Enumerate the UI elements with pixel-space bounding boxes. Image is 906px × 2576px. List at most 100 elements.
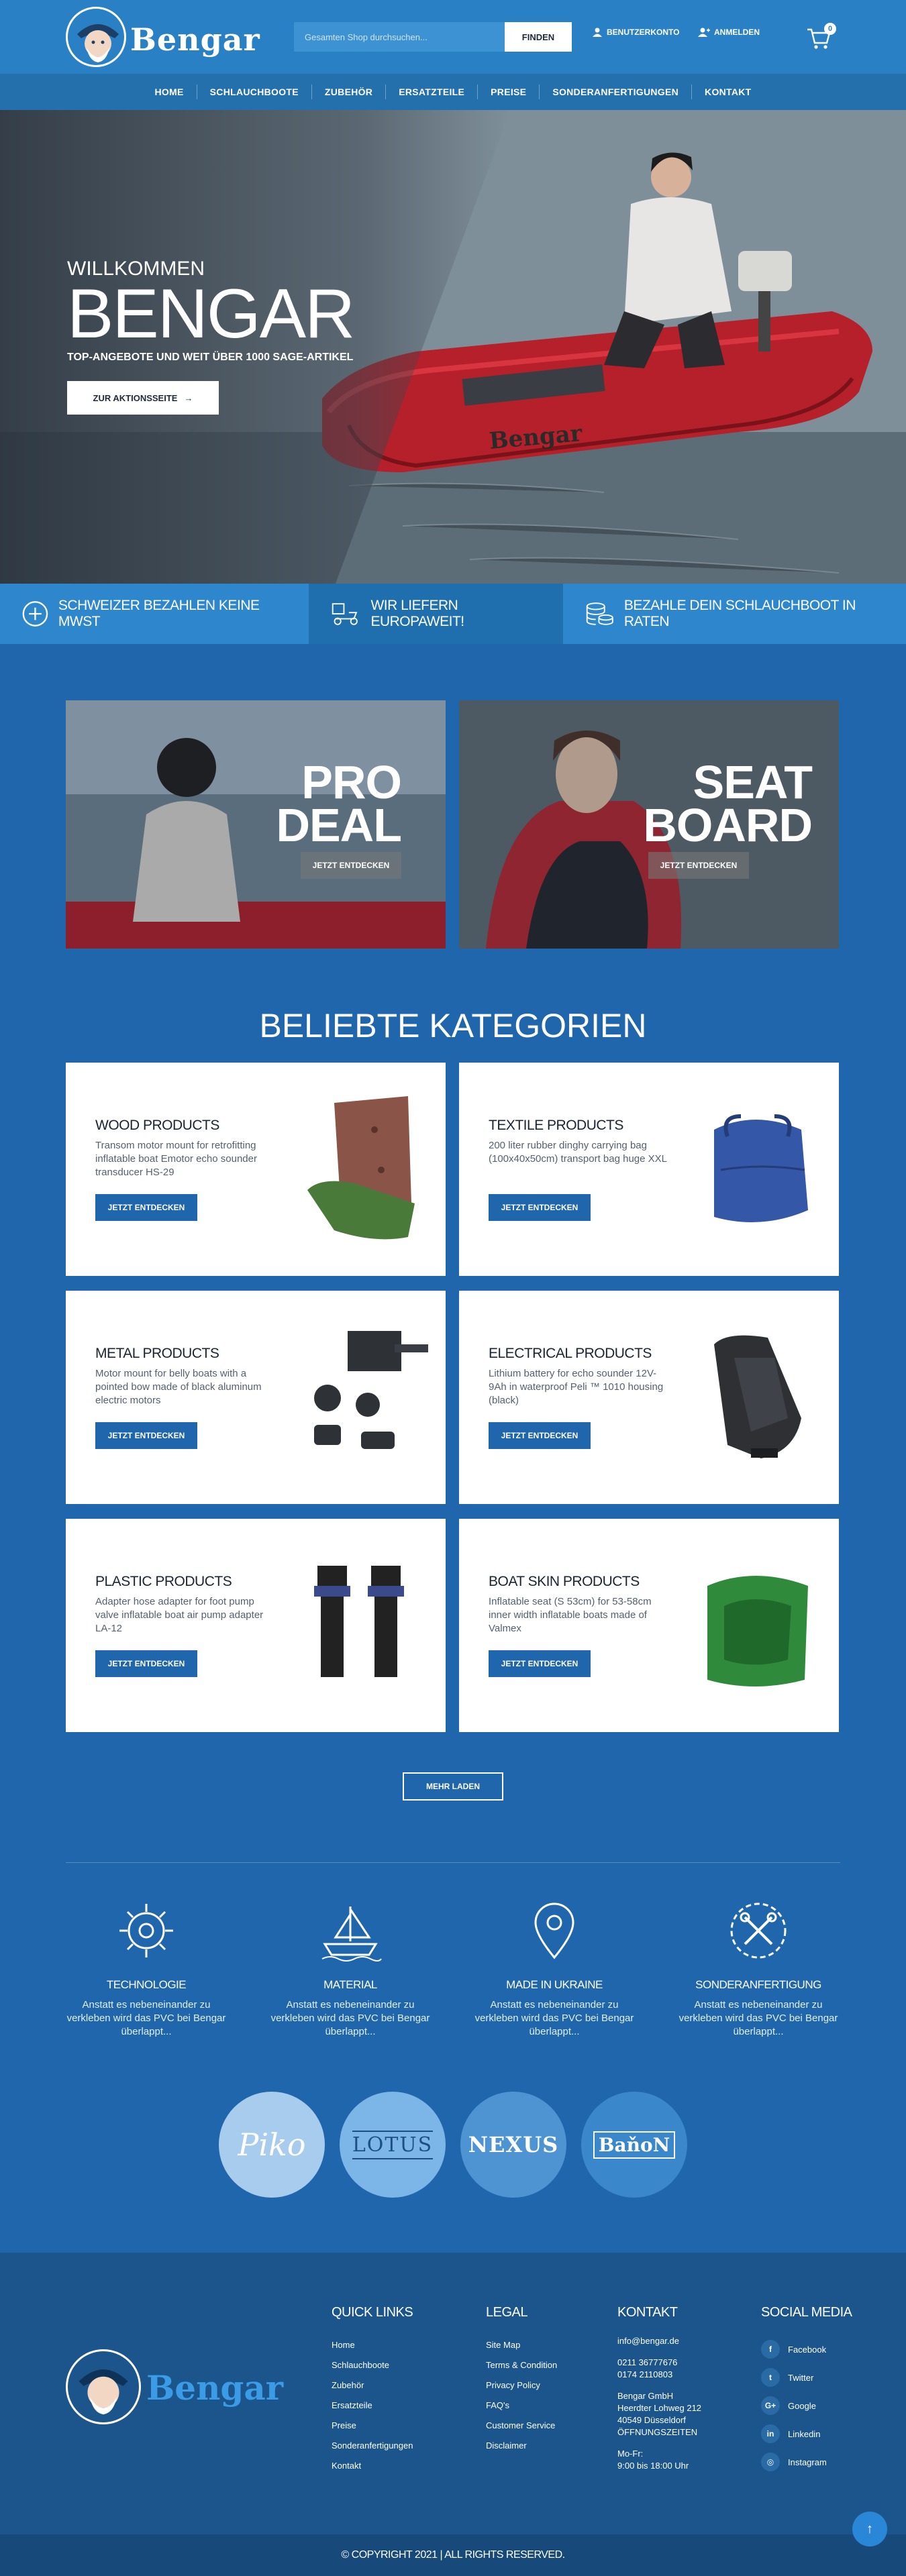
category-card-plastic[interactable]: PLASTIC PRODUCTS Adapter hose adapter fo… bbox=[66, 1519, 446, 1732]
cart-button[interactable]: 0 bbox=[805, 23, 836, 51]
footer-link-customer-service[interactable]: Customer Service bbox=[486, 2416, 557, 2436]
nav-item-preise[interactable]: PREISE bbox=[478, 87, 539, 97]
contact-phone[interactable]: 0211 36777676 bbox=[617, 2357, 701, 2369]
footer-link-ersatzteile[interactable]: Ersatzteile bbox=[332, 2396, 413, 2416]
hero-subtitle: TOP-ANGEBOTE UND WEIT ÜBER 1000 SAGE-ART… bbox=[67, 352, 354, 363]
category-title: BOAT SKIN PRODUCTS bbox=[489, 1574, 640, 1589]
category-card-electrical[interactable]: ELECTRICAL PRODUCTS Lithium battery for … bbox=[459, 1291, 839, 1504]
social-link-facebook[interactable]: f Facebook bbox=[761, 2335, 852, 2363]
carrying-bag-image bbox=[714, 1114, 808, 1222]
brand-nexus-logo[interactable]: NEXUS bbox=[460, 2092, 566, 2198]
site-logo[interactable]: Bengar bbox=[66, 7, 260, 67]
promo-seat-board-button[interactable]: JETZT ENTDECKEN bbox=[648, 852, 749, 879]
brand-banon-logo[interactable]: BaňoN bbox=[581, 2092, 687, 2198]
footer-link-disclaimer[interactable]: Disclaimer bbox=[486, 2436, 557, 2456]
account-label: BENUTZERKONTO bbox=[607, 28, 680, 37]
pirate-mascot-icon bbox=[66, 2349, 141, 2424]
footer-logo[interactable]: Bengar bbox=[66, 2349, 284, 2424]
hero-title: BENGAR bbox=[67, 275, 355, 353]
footer-link-schlauchboote[interactable]: Schlauchboote bbox=[332, 2355, 413, 2375]
load-more-button[interactable]: MEHR LADEN bbox=[403, 1772, 503, 1801]
feature-europe-delivery: WIR LIEFERN EUROPAWEIT! bbox=[309, 584, 564, 644]
social-label: Facebook bbox=[788, 2344, 827, 2355]
feature-no-vat: SCHWEIZER BEZAHLEN KEINE MWST bbox=[0, 584, 309, 644]
twitter-icon: t bbox=[761, 2368, 780, 2387]
category-discover-button[interactable]: JETZT ENTDECKEN bbox=[489, 1194, 591, 1221]
account-link[interactable]: BENUTZERKONTO bbox=[592, 27, 679, 38]
service-title: MATERIAL bbox=[323, 1978, 377, 1991]
social-link-linkedin[interactable]: in Linkedin bbox=[761, 2420, 852, 2448]
category-discover-button[interactable]: JETZT ENTDECKEN bbox=[95, 1194, 197, 1221]
nav-item-ersatzteile[interactable]: ERSATZTEILE bbox=[386, 87, 477, 97]
opening-hours: 9:00 bis 18:00 Uhr bbox=[617, 2461, 689, 2471]
category-discover-button[interactable]: JETZT ENTDECKEN bbox=[95, 1422, 197, 1449]
promo-seat-board[interactable]: SEAT BOARD JETZT ENTDECKEN bbox=[459, 700, 839, 949]
category-description: Motor mount for belly boats with a point… bbox=[95, 1368, 262, 1406]
footer-social: SOCIAL MEDIA f Facebook t Twitter G+ Goo… bbox=[761, 2305, 852, 2476]
category-card-textile[interactable]: TEXTILE PRODUCTS 200 liter rubber dinghy… bbox=[459, 1063, 839, 1276]
nav-item-home[interactable]: HOME bbox=[142, 87, 196, 97]
promo-pro-deal-button[interactable]: JETZT ENTDECKEN bbox=[301, 852, 401, 879]
search-bar: FINDEN bbox=[294, 22, 572, 52]
scroll-to-top-button[interactable]: ↑ bbox=[852, 2512, 887, 2546]
category-discover-button[interactable]: JETZT ENTDECKEN bbox=[489, 1422, 591, 1449]
promo-pro-deal[interactable]: PRO DEAL JETZT ENTDECKEN bbox=[66, 700, 446, 949]
category-description: Lithium battery for echo sounder 12V-9Ah… bbox=[489, 1368, 664, 1406]
social-link-google[interactable]: G+ Google bbox=[761, 2392, 852, 2420]
arrow-up-icon: ↑ bbox=[866, 2521, 873, 2536]
nav-item-kontakt[interactable]: KONTAKT bbox=[692, 87, 764, 97]
nav-item-zubehoer[interactable]: ZUBEHÖR bbox=[312, 87, 385, 97]
footer-link-home[interactable]: Home bbox=[332, 2335, 413, 2355]
nav-item-schlauchboote[interactable]: SCHLAUCHBOOTE bbox=[197, 87, 311, 97]
service-material: MATERIAL Anstatt es nebeneinander zu ver… bbox=[270, 1897, 431, 2039]
service-text: Anstatt es nebeneinander zu verkleben wi… bbox=[66, 1999, 226, 2037]
service-technologie: TECHNOLOGIE Anstatt es nebeneinander zu … bbox=[66, 1897, 227, 2039]
category-description: Transom motor mount for retrofitting inf… bbox=[95, 1140, 257, 1178]
category-title: PLASTIC PRODUCTS bbox=[95, 1574, 232, 1589]
search-input[interactable] bbox=[294, 22, 505, 52]
category-card-boat-skin[interactable]: BOAT SKIN PRODUCTS Inflatable seat (S 53… bbox=[459, 1519, 839, 1732]
contact-email[interactable]: info@bengar.de bbox=[617, 2335, 701, 2347]
brand-lotus-logo[interactable]: LOTUS bbox=[340, 2092, 446, 2198]
category-discover-button[interactable]: JETZT ENTDECKEN bbox=[489, 1650, 591, 1677]
footer-heading: KONTAKT bbox=[617, 2305, 678, 2320]
footer-link-privacy[interactable]: Privacy Policy bbox=[486, 2375, 557, 2396]
category-card-wood[interactable]: WOOD PRODUCTS Transom motor mount for re… bbox=[66, 1063, 446, 1276]
promo-page-button[interactable]: ZUR AKTIONSSEITE → bbox=[67, 381, 219, 415]
ship-icon bbox=[321, 1907, 382, 1962]
section-divider bbox=[66, 1862, 840, 1863]
hero-banner: Bengar WILLKOMMEN BENGAR TOP-ANGEBOTE UN… bbox=[0, 110, 906, 584]
service-title: MADE IN UKRAINE bbox=[506, 1978, 603, 1991]
linkedin-icon: in bbox=[761, 2424, 780, 2443]
social-link-twitter[interactable]: t Twitter bbox=[761, 2363, 852, 2392]
contact-phone[interactable]: 0174 2110803 bbox=[617, 2369, 701, 2381]
promo-pro-deal-title: PRO DEAL bbox=[276, 756, 402, 851]
plus-circle-icon bbox=[22, 601, 48, 627]
footer-legal: LEGAL Site Map Terms & Condition Privacy… bbox=[486, 2305, 557, 2456]
footer-link-sonderanfertigungen[interactable]: Sonderanfertigungen bbox=[332, 2436, 413, 2456]
footer-quick-links: QUICK LINKS Home Schlauchboote Zubehör E… bbox=[332, 2305, 413, 2476]
footer-link-faq[interactable]: FAQ's bbox=[486, 2396, 557, 2416]
footer-link-site-map[interactable]: Site Map bbox=[486, 2335, 557, 2355]
feature-installments: BEZAHLE DEIN SCHLAUCHBOOT IN RATEN bbox=[563, 584, 906, 644]
footer-link-zubehoer[interactable]: Zubehör bbox=[332, 2375, 413, 2396]
footer-logo-wordmark: Bengar bbox=[146, 2368, 284, 2408]
nav-item-sonderanfertigungen[interactable]: SONDERANFERTIGUNGEN bbox=[540, 87, 691, 97]
category-title: TEXTILE PRODUCTS bbox=[489, 1118, 623, 1133]
social-link-instagram[interactable]: ◎ Instagram bbox=[761, 2448, 852, 2476]
hose-adapter-image bbox=[314, 1566, 404, 1677]
social-label: Instagram bbox=[788, 2457, 827, 2467]
contact-company: Bengar GmbH bbox=[617, 2391, 674, 2401]
brand-piko-logo[interactable]: Piko bbox=[219, 2092, 325, 2198]
category-card-metal[interactable]: METAL PRODUCTS Motor mount for belly boa… bbox=[66, 1291, 446, 1504]
search-button[interactable]: FINDEN bbox=[505, 22, 572, 52]
category-title: ELECTRICAL PRODUCTS bbox=[489, 1346, 652, 1361]
footer-link-preise[interactable]: Preise bbox=[332, 2416, 413, 2436]
user-icon bbox=[593, 28, 602, 37]
category-discover-button[interactable]: JETZT ENTDECKEN bbox=[95, 1650, 197, 1677]
service-title: TECHNOLOGIE bbox=[106, 1978, 187, 1991]
tools-icon bbox=[730, 1902, 787, 1959]
login-link[interactable]: ANMELDEN bbox=[698, 27, 760, 38]
footer-link-kontakt[interactable]: Kontakt bbox=[332, 2456, 413, 2476]
footer-link-terms[interactable]: Terms & Condition bbox=[486, 2355, 557, 2375]
